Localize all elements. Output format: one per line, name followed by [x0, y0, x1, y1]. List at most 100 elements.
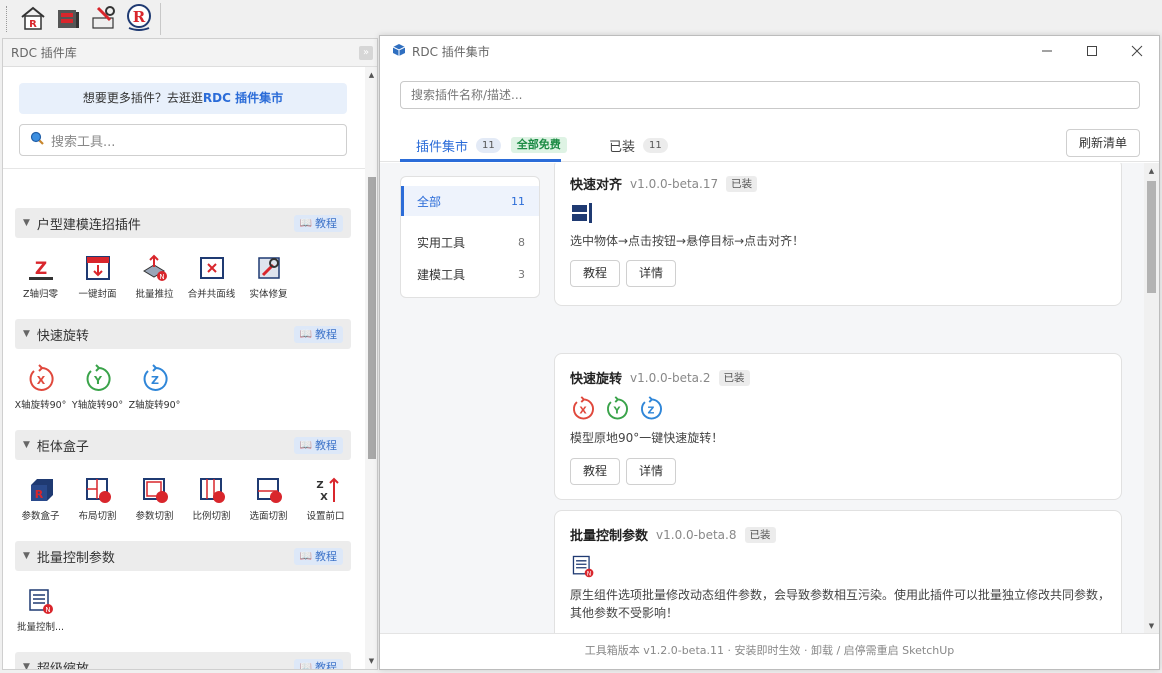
- category-utility[interactable]: 实用工具 8: [401, 227, 539, 257]
- panel-scrollbar[interactable]: ▲ ▼: [365, 67, 377, 669]
- installed-badge: 已装: [718, 369, 750, 386]
- section-header-batch-params[interactable]: ▼ 批量控制参数 📖 教程: [15, 541, 351, 571]
- plugin-version: v1.0.0-beta.8: [656, 527, 737, 542]
- details-button[interactable]: 详情: [626, 458, 676, 485]
- tool-search-input[interactable]: 搜索工具...: [19, 124, 347, 156]
- home-r-icon[interactable]: R: [18, 3, 48, 33]
- active-tab-indicator: [400, 159, 561, 162]
- tool-label: Z轴归零: [22, 289, 58, 300]
- category-all[interactable]: 全部 11: [401, 186, 539, 216]
- rotate-y-icon: Y: [86, 364, 111, 391]
- param-box-icon: R: [30, 479, 53, 501]
- tool-rotate-x[interactable]: X X轴旋转90°: [12, 364, 69, 420]
- panel-content: 想要更多插件？去逛逛RDC 插件集市 搜索工具... ▼ 户型建模连招插件 📖 教…: [3, 67, 365, 669]
- card-header: 快速旋转 v1.0.0-beta.2 已装: [570, 368, 750, 387]
- tutorial-button[interactable]: 📖 教程: [293, 437, 343, 454]
- search-placeholder: 搜索工具...: [51, 134, 116, 150]
- tools-icon[interactable]: [89, 3, 119, 33]
- plugin-card-quick-align: 快速对齐 v1.0.0-beta.17 已装 选中物体→点击按钮→悬停目标→点击…: [554, 163, 1122, 306]
- tool-ratio-cut[interactable]: 比例切割: [183, 475, 240, 531]
- section-header-cabinet-box[interactable]: ▼ 柜体盒子 📖 教程: [15, 430, 351, 460]
- panel-titlebar: RDC 插件库: [3, 39, 377, 67]
- tool-layout-cut[interactable]: 布局切割: [69, 475, 126, 531]
- app-logo-icon: [392, 43, 406, 60]
- market-scrollbar[interactable]: ▲ ▼: [1144, 163, 1159, 633]
- section-header-household-modeling[interactable]: ▼ 户型建模连招插件 📖 教程: [15, 208, 351, 238]
- search-icon: [30, 131, 44, 149]
- tutorial-button[interactable]: 教程: [570, 458, 620, 485]
- svg-text:R: R: [34, 488, 43, 501]
- toolbar-grip[interactable]: [6, 6, 10, 32]
- tool-rotate-z[interactable]: Z Z轴旋转90°: [126, 364, 183, 420]
- plugin-search-input[interactable]: 搜索插件名称/描述...: [400, 81, 1140, 109]
- tutorial-button[interactable]: 📖 教程: [293, 548, 343, 565]
- param-cut-icon: [142, 478, 168, 503]
- tool-one-click-cover[interactable]: 一键封面: [69, 253, 126, 309]
- scroll-down-icon[interactable]: ▼: [367, 657, 376, 667]
- rotate-x-icon: X: [29, 364, 54, 391]
- close-icon[interactable]: [1114, 36, 1159, 66]
- tool-face-cut[interactable]: 选面切割: [240, 475, 297, 531]
- tool-merge-coplanar[interactable]: 合并共面线: [183, 253, 240, 309]
- svg-text:R: R: [29, 19, 37, 30]
- tool-set-front[interactable]: ZX 设置前口: [297, 475, 354, 531]
- market-body: 全部 11 实用工具 8 建模工具 3 快速对齐 v1.0.0-beta.17 …: [380, 163, 1159, 633]
- caret-down-icon: ▼: [23, 329, 30, 339]
- scrollbar-thumb[interactable]: [1147, 181, 1156, 293]
- section-header-quick-rotate[interactable]: ▼ 快速旋转 📖 教程: [15, 319, 351, 349]
- svg-text:X: X: [579, 405, 587, 416]
- book-icon: 📖: [299, 218, 312, 229]
- count-badge: 11: [476, 137, 501, 153]
- caret-down-icon: ▼: [23, 551, 30, 561]
- rotate-x-icon: X: [573, 396, 594, 420]
- tutorial-label: 教程: [315, 439, 337, 452]
- tool-param-cut[interactable]: 参数切割: [126, 475, 183, 531]
- rdc-logo-icon[interactable]: R: [124, 3, 154, 33]
- wrench-icon: [257, 257, 280, 279]
- svg-text:N: N: [45, 606, 50, 614]
- collapse-icon[interactable]: »: [359, 46, 373, 60]
- tool-label: 实体修复: [249, 289, 288, 300]
- tab-market[interactable]: 插件集市 11 全部免费: [416, 128, 567, 162]
- scroll-down-icon[interactable]: ▼: [1147, 622, 1156, 630]
- rotate-y-icon: Y: [607, 396, 628, 420]
- tutorial-button[interactable]: 📖 教程: [293, 326, 343, 343]
- details-button[interactable]: 详情: [626, 260, 676, 287]
- scroll-up-icon[interactable]: ▲: [1147, 167, 1156, 175]
- book-icon: 📖: [299, 662, 312, 669]
- section-header-super-zoom[interactable]: ▼ 超级缩放 📖 教程: [15, 652, 351, 669]
- category-count: 11: [511, 194, 525, 208]
- section-title: 快速旋转: [36, 328, 89, 344]
- tool-batch-push-pull[interactable]: N 批量推拉: [126, 253, 183, 309]
- tab-installed[interactable]: 已装 11: [609, 128, 668, 162]
- plugin-box-icon[interactable]: [53, 3, 83, 33]
- scroll-up-icon[interactable]: ▲: [367, 71, 376, 81]
- market-promo-banner[interactable]: 想要更多插件？去逛逛RDC 插件集市: [19, 83, 347, 114]
- plugin-name: 批量控制参数: [570, 529, 649, 544]
- tab-label: 插件集市: [416, 139, 469, 155]
- tool-z-axis-zero[interactable]: Z Z轴归零: [12, 253, 69, 309]
- rotate-z-icon: Z: [641, 396, 662, 420]
- tool-solid-repair[interactable]: 实体修复: [240, 253, 297, 309]
- scrollbar-thumb[interactable]: [368, 177, 376, 459]
- minimize-icon[interactable]: [1024, 36, 1069, 66]
- count-badge: 11: [643, 137, 668, 153]
- svg-text:R: R: [133, 8, 146, 26]
- tutorial-button[interactable]: 📖 教程: [293, 215, 343, 232]
- tutorial-button[interactable]: 📖 教程: [293, 659, 343, 669]
- refresh-list-button[interactable]: 刷新清单: [1066, 129, 1140, 157]
- plugin-market-window: RDC 插件集市 搜索插件名称/描述... 插件集市 11 全部免费 已装 11…: [379, 35, 1160, 670]
- plugin-name: 快速对齐: [570, 178, 623, 193]
- align-icon: [572, 203, 592, 223]
- tool-param-box[interactable]: R 参数盒子: [12, 475, 69, 531]
- tool-batch-control[interactable]: N 批量控制...: [12, 586, 69, 642]
- svg-text:N: N: [159, 273, 164, 281]
- tool-rotate-y[interactable]: Y Y轴旋转90°: [69, 364, 126, 420]
- plugin-description: 模型原地90°一键快速旋转！: [570, 431, 724, 445]
- tutorial-button[interactable]: 教程: [570, 260, 620, 287]
- maximize-icon[interactable]: [1069, 36, 1114, 66]
- tool-label: 比例切割: [192, 511, 231, 522]
- promo-link[interactable]: RDC 插件集市: [203, 91, 283, 105]
- promo-text: 想要更多插件？去逛逛: [82, 91, 203, 105]
- category-modeling[interactable]: 建模工具 3: [401, 259, 539, 289]
